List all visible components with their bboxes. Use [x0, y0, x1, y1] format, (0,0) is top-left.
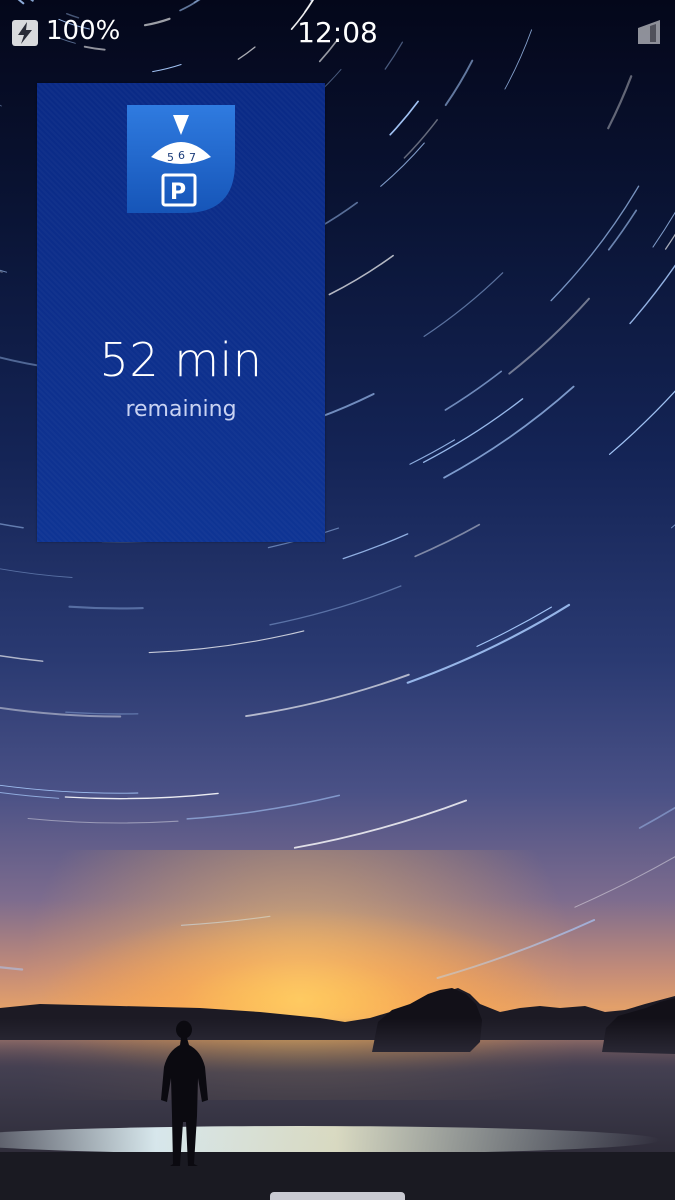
- star-trail: [0, 568, 73, 578]
- star-trail: [0, 104, 2, 107]
- star-trail: [550, 185, 640, 302]
- star-trail: [269, 585, 402, 626]
- svg-text:P: P: [170, 180, 186, 205]
- star-trail: [414, 523, 481, 558]
- star-trail: [148, 630, 305, 654]
- star-trail: [607, 209, 638, 251]
- lock-screen: 100% 12:08 5 6 7 P 52 min remaining: [0, 0, 675, 1200]
- star-trail: [0, 791, 60, 799]
- star-trail: [293, 799, 467, 849]
- star-trail: [342, 533, 409, 560]
- star-trail: [245, 673, 410, 718]
- star-trail: [476, 606, 552, 647]
- svg-text:6: 6: [178, 149, 185, 162]
- star-trail: [608, 390, 675, 455]
- star-trail: [423, 272, 504, 338]
- star-trail: [443, 385, 575, 479]
- star-trail: [444, 370, 503, 411]
- star-trail: [629, 264, 675, 325]
- star-trail: [0, 523, 24, 529]
- star-trail: [328, 254, 394, 296]
- star-trail: [389, 100, 419, 136]
- star-trail: [403, 119, 438, 159]
- parking-disc-icon: 5 6 7 P: [127, 105, 235, 213]
- star-trail: [508, 297, 590, 375]
- parking-app-cover[interactable]: 5 6 7 P 52 min remaining: [37, 83, 325, 542]
- remaining-label: remaining: [125, 397, 237, 422]
- cellular-signal-icon: [638, 20, 660, 44]
- star-trail: [64, 792, 219, 800]
- star-trail: [0, 784, 139, 794]
- star-trail: [406, 603, 571, 684]
- star-trail: [444, 59, 474, 107]
- star-trail: [422, 398, 524, 463]
- star-trail: [0, 706, 122, 718]
- star-trail: [607, 75, 633, 130]
- star-trail: [670, 524, 675, 529]
- star-trail: [68, 605, 144, 610]
- star-trail: [27, 817, 179, 824]
- star-trail: [0, 654, 44, 662]
- home-indicator[interactable]: [270, 1192, 405, 1200]
- svg-text:5: 5: [167, 151, 174, 164]
- star-trail: [409, 439, 456, 465]
- time-remaining: 52 min: [99, 333, 263, 387]
- status-clock: 12:08: [297, 16, 378, 49]
- star-trail: [0, 269, 8, 273]
- star-trail: [638, 806, 675, 829]
- star-trail: [380, 142, 425, 187]
- status-bar: 100% 12:08: [0, 0, 675, 66]
- svg-text:7: 7: [189, 151, 196, 164]
- star-trail: [186, 794, 341, 820]
- star-trail: [65, 711, 139, 715]
